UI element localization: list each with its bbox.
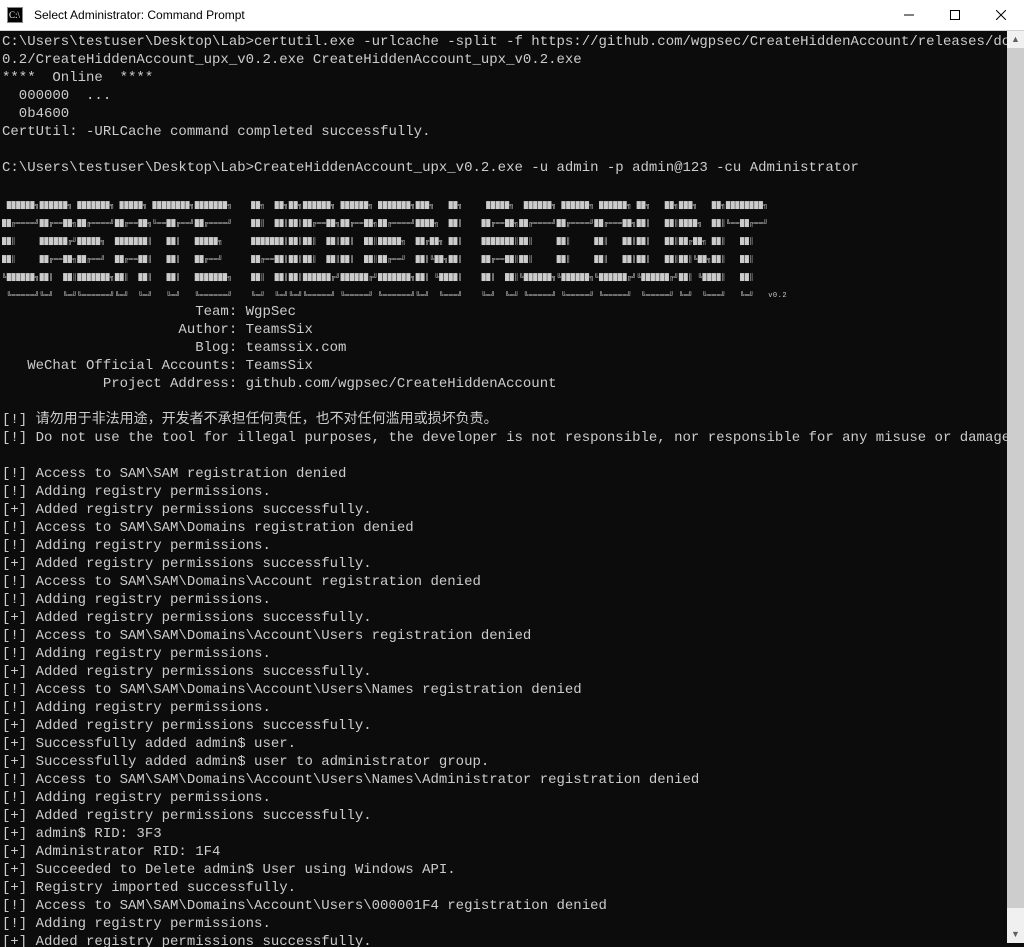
scrollbar-up-button[interactable]: ▲ xyxy=(1007,31,1024,48)
terminal-line: [+] admin$ RID: 3F3 xyxy=(2,826,162,842)
terminal-line: 0.2/CreateHiddenAccount_upx_v0.2.exe Cre… xyxy=(2,52,582,68)
terminal-line: WeChat Official Accounts: TeamsSix xyxy=(2,358,313,374)
terminal-line: [+] Added registry permissions successfu… xyxy=(2,502,372,518)
terminal-line: 0b4600 xyxy=(2,106,69,122)
scrollbar-down-button[interactable]: ▼ xyxy=(1007,926,1024,943)
terminal-line: 000000 ... xyxy=(2,88,111,104)
svg-text:C:\: C:\ xyxy=(9,10,21,20)
terminal-line: [+] Successfully added admin$ user to ad… xyxy=(2,754,489,770)
terminal-output[interactable]: C:\Users\testuser\Desktop\Lab>certutil.e… xyxy=(0,31,1024,947)
terminal-line: [+] Added registry permissions successfu… xyxy=(2,556,372,572)
terminal-line: Team: WgpSec xyxy=(2,304,296,320)
terminal-line: [+] Successfully added admin$ user. xyxy=(2,736,296,752)
terminal-line: Author: TeamsSix xyxy=(2,322,313,338)
terminal-line: [!] Access to SAM\SAM\Domains\Account\Us… xyxy=(2,772,699,788)
terminal-line: [!] Adding registry permissions. xyxy=(2,538,271,554)
terminal-line: [+] Added registry permissions successfu… xyxy=(2,664,372,680)
terminal-line: [!] Access to SAM\SAM\Domains\Account\Us… xyxy=(2,898,607,914)
terminal-line: [+] Administrator RID: 1F4 xyxy=(2,844,220,860)
terminal-line: [+] Added registry permissions successfu… xyxy=(2,808,372,824)
terminal-line: [!] Access to SAM\SAM\Domains registrati… xyxy=(2,520,414,536)
cmd-icon: C:\ xyxy=(0,7,30,23)
terminal-line: Project Address: github.com/wgpsec/Creat… xyxy=(2,376,557,392)
chevron-up-icon: ▲ xyxy=(1011,35,1020,44)
chevron-down-icon: ▼ xyxy=(1011,930,1020,939)
terminal-line: [+] Registry imported successfully. xyxy=(2,880,296,896)
title-bar[interactable]: C:\ Select Administrator: Command Prompt xyxy=(0,0,1024,31)
terminal-line: [!] 请勿用于非法用途，开发者不承担任何责任，也不对任何滥用或损坏负责。 xyxy=(2,412,498,428)
terminal-line: CertUtil: -URLCache command completed su… xyxy=(2,124,430,140)
terminal-line: [!] Adding registry permissions. xyxy=(2,700,271,716)
terminal-line: [!] Do not use the tool for illegal purp… xyxy=(2,430,1019,446)
terminal-line: [!] Adding registry permissions. xyxy=(2,592,271,608)
terminal-line: [!] Access to SAM\SAM\Domains\Account\Us… xyxy=(2,682,582,698)
vertical-scrollbar[interactable]: ▲ ▼ xyxy=(1007,31,1024,943)
terminal-line: [!] Access to SAM\SAM registration denie… xyxy=(2,466,346,482)
maximize-button[interactable] xyxy=(932,0,978,30)
terminal-line: C:\Users\testuser\Desktop\Lab>CreateHidd… xyxy=(2,160,859,176)
window-title: Select Administrator: Command Prompt xyxy=(30,8,886,22)
scrollbar-thumb[interactable] xyxy=(1007,48,1024,908)
terminal-line: [!] Adding registry permissions. xyxy=(2,916,271,932)
ascii-banner: ██████╗██████╗ ███████╗ █████╗ ████████╗… xyxy=(2,202,787,300)
close-button[interactable] xyxy=(978,0,1024,30)
terminal-line: [+] Succeeded to Delete admin$ User usin… xyxy=(2,862,456,878)
terminal-line: [+] Added registry permissions successfu… xyxy=(2,934,372,947)
terminal-line: [+] Added registry permissions successfu… xyxy=(2,610,372,626)
terminal-line: [!] Adding registry permissions. xyxy=(2,790,271,806)
minimize-button[interactable] xyxy=(886,0,932,30)
terminal-line: [!] Access to SAM\SAM\Domains\Account\Us… xyxy=(2,628,531,644)
terminal-line: **** Online **** xyxy=(2,70,153,86)
terminal-line: [!] Access to SAM\SAM\Domains\Account re… xyxy=(2,574,481,590)
terminal-line: [!] Adding registry permissions. xyxy=(2,484,271,500)
terminal-line: [+] Added registry permissions successfu… xyxy=(2,718,372,734)
terminal-line: [!] Adding registry permissions. xyxy=(2,646,271,662)
terminal-line: Blog: teamssix.com xyxy=(2,340,346,356)
terminal-line: C:\Users\testuser\Desktop\Lab>certutil.e… xyxy=(2,34,1024,50)
